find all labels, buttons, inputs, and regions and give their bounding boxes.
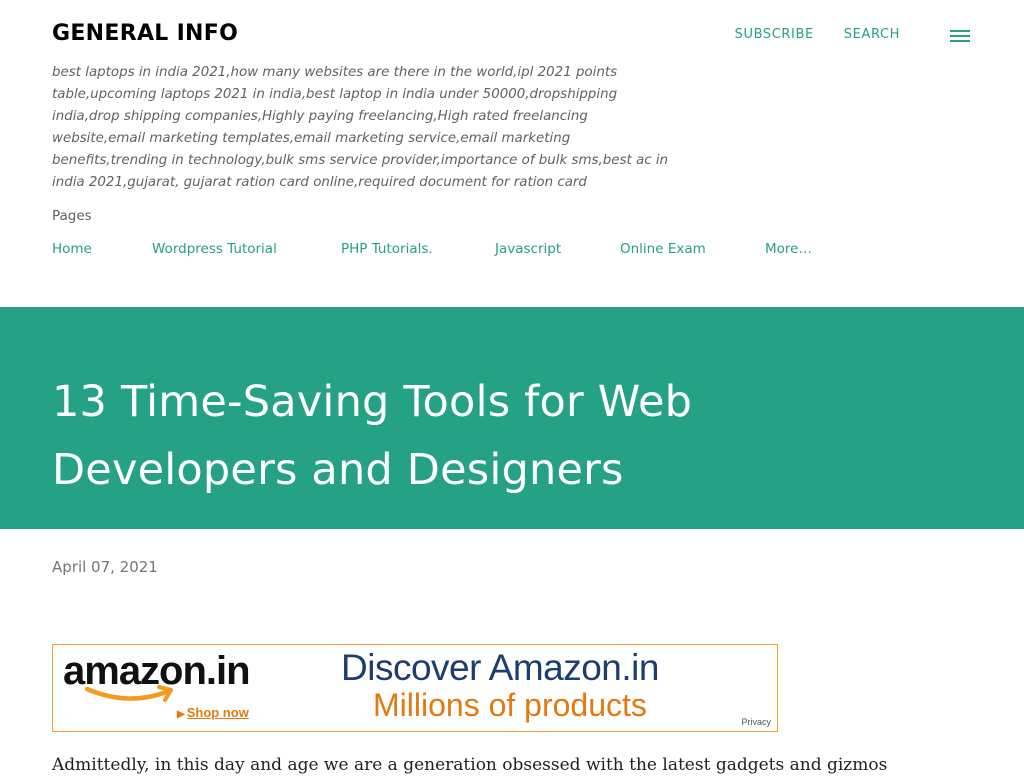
pages-label: Pages — [52, 208, 92, 224]
page-link-javascript[interactable]: Javascript — [495, 241, 620, 257]
blog-description: best laptops in india 2021,how many webs… — [52, 65, 669, 190]
amazon-smile-icon — [85, 685, 173, 702]
blog-header: GENERAL INFO SUBSCRIBE SEARCH best lapto… — [0, 0, 1024, 307]
post-date: April 07, 2021 — [52, 558, 158, 576]
ad-subheadline: Millions of products — [373, 687, 647, 723]
page-link-php-tutorials[interactable]: PHP Tutorials. — [341, 241, 495, 257]
page-link-home[interactable]: Home — [52, 241, 152, 257]
menu-bar — [950, 29, 970, 32]
header-actions: SUBSCRIBE SEARCH — [735, 27, 970, 42]
pages-nav: Home Wordpress Tutorial PHP Tutorials. J… — [52, 241, 812, 257]
post-title: 13 Time-Saving Tools for Web Developers … — [52, 377, 693, 495]
play-arrow-icon: ▶ — [177, 709, 185, 720]
post-body-text: Admittedly, in this day and age we are a… — [52, 755, 888, 775]
ad-headline: Discover Amazon.in — [341, 647, 659, 688]
shop-now-label: Shop now — [186, 705, 249, 720]
amazon-ad-banner[interactable]: amazon.in ▶ Shop now Discover Amazon.in M… — [52, 644, 778, 732]
shop-now-link[interactable]: ▶ Shop now — [177, 705, 249, 720]
blog-title[interactable]: GENERAL INFO — [52, 21, 238, 46]
menu-bar — [950, 39, 970, 42]
menu-bar — [950, 34, 970, 37]
search-button[interactable]: SEARCH — [844, 27, 900, 42]
page-link-more[interactable]: More… — [765, 241, 812, 257]
page-link-wordpress-tutorial[interactable]: Wordpress Tutorial — [152, 241, 341, 257]
subscribe-button[interactable]: SUBSCRIBE — [735, 27, 814, 42]
hamburger-menu-icon[interactable] — [950, 28, 970, 42]
ad-privacy-link[interactable]: Privacy — [741, 717, 771, 727]
page-link-online-exam[interactable]: Online Exam — [620, 241, 765, 257]
